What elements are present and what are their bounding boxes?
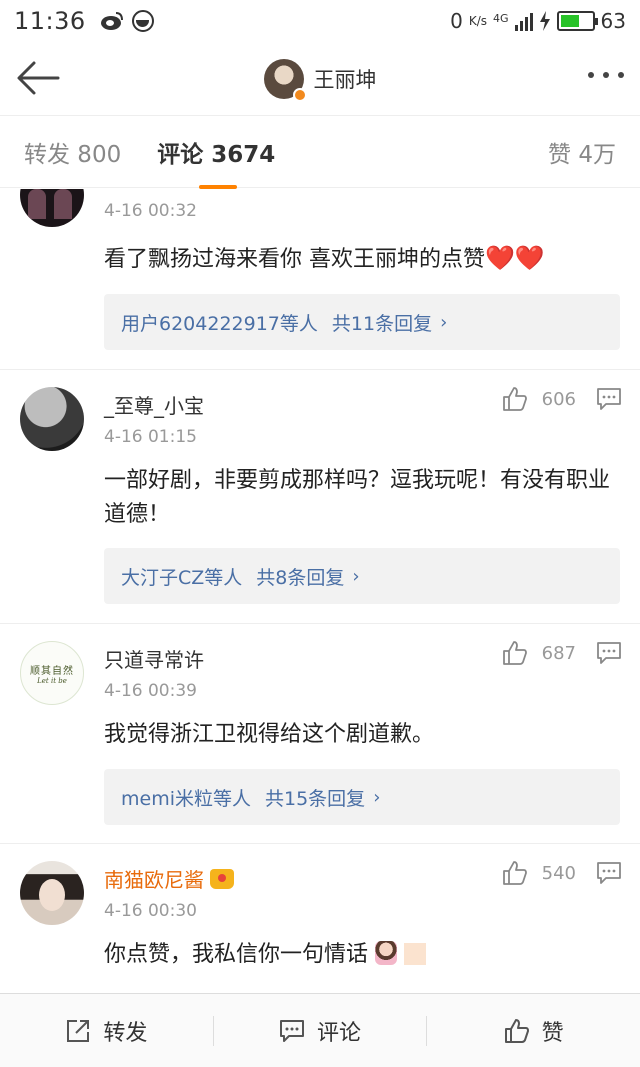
commenter-avatar[interactable]: 顺其自然 Let it be [20, 641, 84, 705]
bottom-action-bar: 转发 评论 赞 [0, 993, 640, 1067]
like-count: 540 [541, 862, 576, 884]
square-emoji-icon [404, 943, 427, 965]
header-profile[interactable]: 王丽坤 [263, 58, 377, 102]
battery-level: 63 [600, 9, 626, 33]
network-speed-value: 0 [450, 9, 463, 33]
comment-time: 4-16 00:39 [104, 681, 197, 701]
comment-label: 评论 [317, 1020, 362, 1046]
replies-preview[interactable]: memi米粒等人 共15条回复 › [104, 769, 620, 825]
replies-preview[interactable]: 大汀子CZ等人 共8条回复 › [104, 548, 620, 604]
person-emoji-icon [375, 941, 398, 965]
repost-icon [67, 1019, 90, 1042]
reply-count: 共15条回复 [265, 787, 366, 810]
comment-item: 顺其自然 Let it be 只道寻常许 4-16 00:39 687 我觉得浙… [0, 624, 640, 844]
commenter-name[interactable]: 只道寻常许 [104, 644, 204, 673]
commenter-name[interactable]: 南猫欧尼酱 [104, 864, 234, 893]
status-time: 11:36 [14, 7, 86, 35]
like-count: 687 [541, 642, 576, 664]
comment-time: 4-16 01:15 [104, 427, 197, 447]
reply-users: 大汀子CZ等人 [121, 566, 243, 589]
verified-badge-icon [292, 87, 307, 102]
tab-likes[interactable]: 赞 4万 [548, 135, 616, 169]
comment-button[interactable]: 评论 [214, 1015, 427, 1047]
like-button[interactable]: 赞 [427, 1015, 640, 1047]
thumbs-up-icon[interactable] [502, 860, 528, 886]
status-bar: 11:36 0 K/s 4G 63 [0, 0, 640, 42]
repost-label: 转发 [103, 1020, 148, 1046]
battery-icon [556, 11, 598, 31]
back-arrow-icon[interactable] [16, 60, 60, 96]
chevron-right-icon: › [352, 565, 360, 587]
chevron-right-icon: › [373, 786, 381, 808]
network-speed-unit: K/s [468, 14, 488, 28]
reply-icon[interactable] [596, 641, 622, 665]
chevron-right-icon: › [440, 311, 448, 333]
network-type: 4G [493, 12, 509, 25]
tab-bar: 转发 800 评论 3674 赞 4万 [0, 116, 640, 189]
nav-header: 王丽坤 [0, 42, 640, 116]
comment-text: 你点赞，我私信你一句情话 [104, 938, 614, 972]
reply-icon[interactable] [596, 861, 622, 885]
repost-button[interactable]: 转发 [0, 1015, 213, 1047]
thumbs-up-icon [504, 1018, 529, 1043]
replies-preview[interactable]: 用户6204222917等人 共11条回复 › [104, 294, 620, 350]
reply-users: memi米粒等人 [121, 787, 251, 810]
thumbs-up-icon[interactable] [502, 640, 528, 666]
commenter-avatar[interactable] [20, 189, 84, 227]
comment-time: 4-16 00:32 [104, 201, 197, 221]
signal-icon [514, 11, 533, 31]
comment-text: 看了飘扬过海来看你 喜欢王丽坤的点赞❤️❤️ [104, 241, 614, 277]
thumbs-up-icon[interactable] [502, 386, 528, 412]
reply-users: 用户6204222917等人 [121, 312, 318, 335]
charging-icon [539, 11, 550, 31]
comment-item: _至尊_小宝 4-16 01:15 606 一部好剧，非要剪成那样吗？逗我玩呢！… [0, 370, 640, 624]
like-count: 606 [541, 388, 576, 410]
comment-time: 4-16 00:30 [104, 901, 197, 921]
comment-item: 南猫欧尼酱 4-16 00:30 540 你点赞，我私信你一句情话 [0, 844, 640, 993]
tab-repost[interactable]: 转发 800 [24, 135, 121, 169]
reply-count: 共11条回复 [331, 312, 433, 335]
reply-icon[interactable] [596, 387, 622, 411]
heart-emoji-icon: ❤️❤️ [485, 244, 545, 272]
comment-icon [280, 1019, 304, 1042]
tab-comments[interactable]: 评论 3674 [157, 135, 275, 189]
app-notification-icon [131, 10, 154, 32]
reply-count: 共8条回复 [256, 566, 345, 589]
like-label: 赞 [541, 1020, 564, 1046]
author-avatar[interactable] [263, 58, 307, 102]
commenter-avatar[interactable] [20, 387, 84, 451]
weibo-notification-icon [100, 12, 123, 30]
commenter-name[interactable]: _至尊_小宝 [104, 390, 204, 419]
more-options-icon[interactable] [588, 72, 624, 78]
comment-text: 我觉得浙江卫视得给这个剧道歉。 [104, 722, 435, 747]
comment-text: 一部好剧，非要剪成那样吗？逗我玩呢！有没有职业道德！ [104, 468, 611, 527]
comment-item: 4-16 00:32 看了飘扬过海来看你 喜欢王丽坤的点赞❤️❤️ 用户6204… [0, 189, 640, 370]
vip-crown-icon [210, 869, 234, 889]
comment-list[interactable]: 4-16 00:32 看了飘扬过海来看你 喜欢王丽坤的点赞❤️❤️ 用户6204… [0, 189, 640, 993]
author-name[interactable]: 王丽坤 [314, 64, 377, 94]
commenter-avatar[interactable] [20, 861, 84, 925]
